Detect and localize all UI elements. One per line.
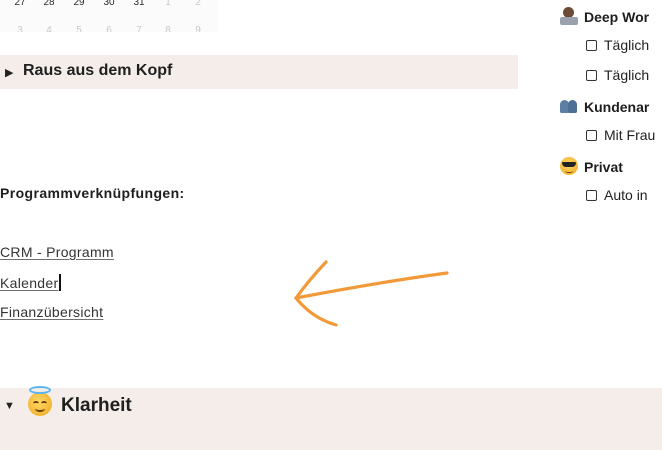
calendar-day[interactable]: 27: [9, 0, 31, 10]
sunglasses-face-icon: [560, 157, 578, 175]
toggle-title: Klarheit: [61, 395, 132, 416]
group-title: Deep Wor: [584, 9, 650, 25]
calendar-day[interactable]: 1: [157, 0, 179, 10]
arrow-head-upper: [294, 260, 328, 300]
technologist-icon: [560, 7, 578, 25]
calendar-day[interactable]: 4: [38, 24, 60, 32]
expanded-triangle-icon[interactable]: ▼: [4, 400, 15, 412]
todo-item[interactable]: Mit Frau: [586, 127, 655, 143]
group-title: Privat: [584, 159, 623, 175]
link-kalender[interactable]: Kalender: [0, 274, 61, 291]
link-finanzuebersicht[interactable]: Finanzübersicht: [0, 304, 103, 320]
shortcuts-heading: Programmverknüpfungen:: [0, 185, 185, 201]
calendar-day[interactable]: 29: [68, 0, 90, 10]
calendar-week-row: 3 4 5 6 7 8 9: [0, 24, 218, 32]
todo-label: Mit Frau: [604, 127, 656, 143]
calendar-day[interactable]: 7: [128, 24, 150, 32]
arrow-head-lower: [294, 296, 338, 327]
checkbox[interactable]: [586, 130, 597, 141]
calendar-day[interactable]: 5: [68, 24, 90, 32]
calendar-week-row: 27 28 29 30 31 1 2: [0, 0, 218, 10]
todo-label: Auto in: [604, 187, 648, 203]
group-title: Kundenar: [584, 99, 650, 115]
calendar-day[interactable]: 3: [9, 24, 31, 32]
smiling-face-with-halo-icon: [28, 386, 52, 416]
todo-item[interactable]: Täglich: [586, 37, 649, 53]
collapsed-triangle-icon[interactable]: ▶: [5, 66, 13, 79]
arrow-shaft: [294, 271, 449, 300]
todo-label: Täglich: [604, 67, 650, 83]
toggle-title: Raus aus dem Kopf: [23, 62, 173, 79]
calendar-day[interactable]: 9: [187, 24, 209, 32]
checkbox[interactable]: [586, 190, 597, 201]
calendar-day[interactable]: 6: [98, 24, 120, 32]
toggle-heading-raus-aus-dem-kopf[interactable]: ▶ Raus aus dem Kopf: [0, 55, 518, 89]
todo-item[interactable]: Täglich: [586, 67, 649, 83]
group-heading-privat: Privat: [560, 157, 623, 175]
right-todo-column: Deep Wor Täglich Täglich Kundenar Mit Fr…: [560, 0, 662, 220]
todo-item[interactable]: Auto in: [586, 187, 648, 203]
mini-calendar: 27 28 29 30 31 1 2 3 4 5 6 7 8 9: [0, 0, 218, 32]
link-crm-programm[interactable]: CRM - Programm: [0, 244, 114, 260]
group-heading-kundenarbeit: Kundenar: [560, 97, 649, 115]
checkbox[interactable]: [586, 70, 597, 81]
people-icon: [560, 97, 578, 115]
link-label: Kalender: [0, 275, 59, 291]
todo-label: Täglich: [604, 37, 650, 53]
calendar-day[interactable]: 31: [128, 0, 150, 10]
calendar-day[interactable]: 28: [38, 0, 60, 10]
group-heading-deep-work: Deep Wor: [560, 7, 649, 25]
calendar-day[interactable]: 8: [157, 24, 179, 32]
calendar-day[interactable]: 30: [98, 0, 120, 10]
toggle-heading-klarheit[interactable]: ▼ Klarheit: [0, 386, 662, 450]
checkbox[interactable]: [586, 40, 597, 51]
calendar-day[interactable]: 2: [187, 0, 209, 10]
text-cursor: [59, 274, 61, 291]
